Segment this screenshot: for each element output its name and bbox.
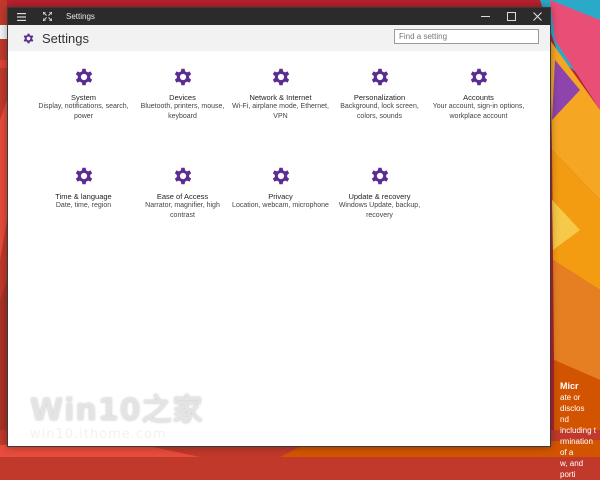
- minimize-icon[interactable]: [472, 8, 498, 25]
- maximize-icon[interactable]: [498, 8, 524, 25]
- expand-icon[interactable]: [34, 8, 60, 25]
- category-name: Update & recovery: [348, 192, 411, 201]
- desktop-text-line: nd including t: [560, 415, 597, 435]
- gear-icon: [174, 68, 191, 86]
- desktop-text-heading: Micr: [560, 381, 579, 391]
- category-description: Date, time, region: [55, 202, 112, 209]
- category-description: Location, webcam, microphone: [232, 202, 329, 209]
- gear-icon: [371, 167, 388, 185]
- desktop-icon-fragment-2[interactable]: [0, 60, 7, 68]
- category-name: Time & language: [55, 192, 112, 201]
- category-description: Background, lock screen, colors, sounds: [340, 103, 419, 120]
- page-title: Settings: [42, 30, 89, 46]
- category-name: Privacy: [268, 192, 293, 201]
- category-description: Wi-Fi, airplane mode, Ethernet, VPN: [232, 103, 329, 120]
- category-devices[interactable]: Devices Bluetooth, printers, mouse, keyb…: [133, 66, 232, 121]
- desktop-text-line: rmination of a: [560, 437, 593, 457]
- gear-icon: [272, 167, 289, 185]
- gear-icon: [470, 68, 487, 86]
- category-name: Devices: [169, 93, 196, 102]
- hamburger-icon[interactable]: [8, 8, 34, 25]
- category-ease-of-access[interactable]: Ease of Access Narrator, magnifier, high…: [133, 165, 232, 220]
- category-description: Bluetooth, printers, mouse, keyboard: [140, 103, 225, 120]
- gear-icon: [75, 68, 92, 86]
- category-description: Your account, sign-in options, workplace…: [432, 103, 525, 120]
- gear-icon: [272, 68, 289, 86]
- category-name: Network & Internet: [249, 93, 312, 102]
- category-update-recovery[interactable]: Update & recovery Windows Update, backup…: [330, 165, 429, 220]
- category-personalization[interactable]: Personalization Background, lock screen,…: [330, 66, 429, 121]
- settings-window: Settings Settings Find a setting System …: [7, 7, 551, 447]
- settings-header: Settings Find a setting: [8, 25, 550, 51]
- category-accounts[interactable]: Accounts Your account, sign-in options, …: [429, 66, 528, 121]
- category-name: Accounts: [463, 93, 494, 102]
- category-system[interactable]: System Display, notifications, search, p…: [34, 66, 133, 121]
- category-time-language[interactable]: Time & language Date, time, region: [34, 165, 133, 211]
- window-title: Settings: [66, 12, 95, 21]
- desktop-text-line: ate or disclos: [560, 393, 585, 413]
- gear-icon: [174, 167, 191, 185]
- category-name: Ease of Access: [156, 192, 209, 201]
- category-description: Narrator, magnifier, high contrast: [145, 202, 220, 219]
- search-input[interactable]: Find a setting: [394, 29, 539, 44]
- gear-icon: [23, 33, 34, 43]
- category-privacy[interactable]: Privacy Location, webcam, microphone: [231, 165, 330, 211]
- search-placeholder: Find a setting: [399, 32, 448, 41]
- title-bar[interactable]: Settings: [8, 8, 550, 25]
- category-name: Personalization: [353, 93, 406, 102]
- desktop-text-line: w, and porti: [560, 459, 584, 479]
- desktop-icon-fragment[interactable]: [0, 25, 7, 39]
- category-name: System: [70, 93, 96, 102]
- desktop-license-text: Micr ate or disclos nd including t rmina…: [560, 381, 600, 480]
- close-icon[interactable]: [524, 8, 550, 25]
- category-description: Windows Update, backup, recovery: [338, 202, 421, 219]
- category-description: Display, notifications, search, power: [38, 103, 129, 120]
- category-network[interactable]: Network & Internet Wi-Fi, airplane mode,…: [231, 66, 330, 121]
- gear-icon: [75, 167, 92, 185]
- gear-icon: [371, 68, 388, 86]
